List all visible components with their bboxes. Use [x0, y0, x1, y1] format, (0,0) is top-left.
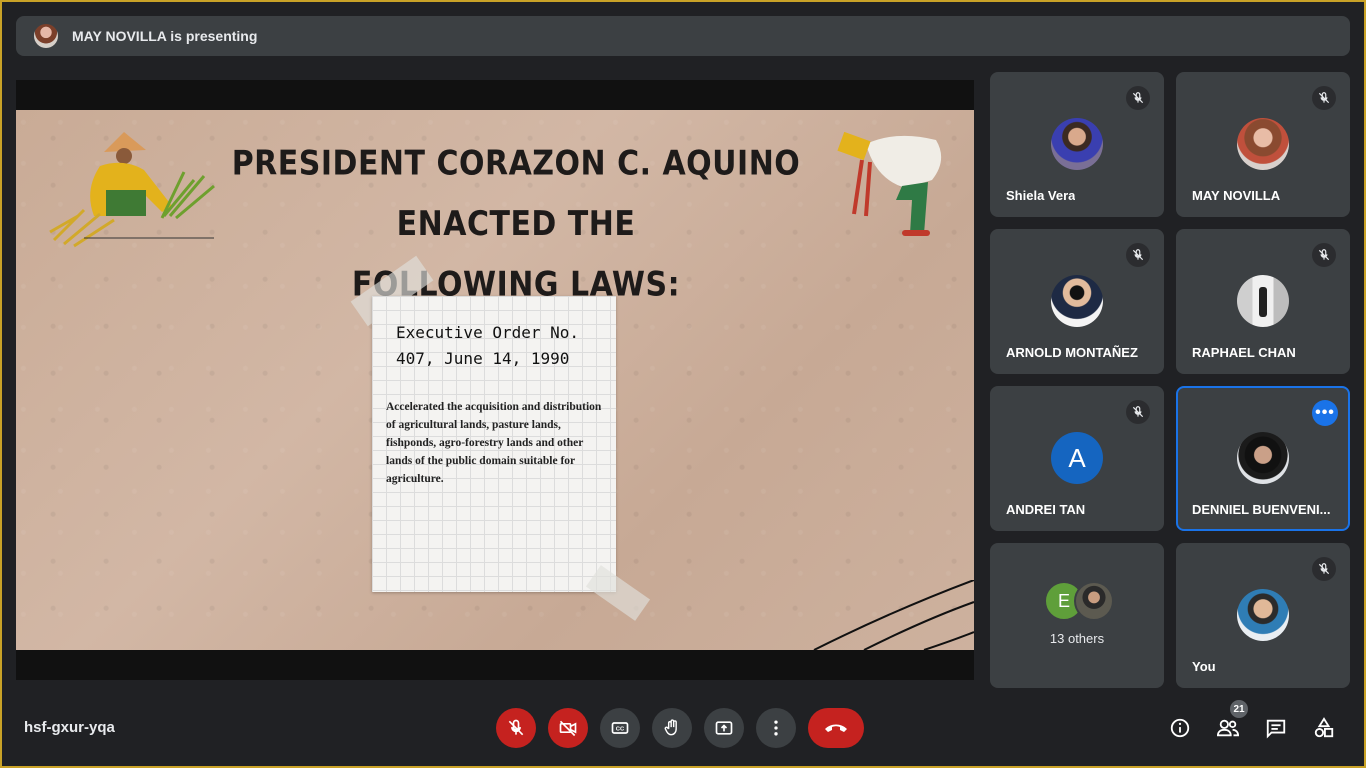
info-icon	[1170, 718, 1190, 738]
activities-button[interactable]	[1310, 714, 1338, 742]
chat-icon	[1266, 719, 1286, 739]
avatar	[1051, 275, 1103, 327]
others-tile[interactable]: E 13 others	[990, 543, 1164, 688]
participant-name: ANDREI TAN	[1006, 502, 1086, 517]
participant-tile[interactable]: RAPHAEL CHAN	[1176, 229, 1350, 374]
camera-off-icon	[559, 720, 577, 737]
participant-tile[interactable]: MAY NOVILLA	[1176, 72, 1350, 217]
end-call-icon	[825, 724, 847, 732]
end-call-button[interactable]	[808, 708, 864, 748]
mic-off-icon	[1126, 86, 1150, 110]
meeting-code: hsf-gxur-yqa	[24, 719, 115, 736]
participant-tile[interactable]: ARNOLD MONTAÑEZ	[990, 229, 1164, 374]
participant-tile-active[interactable]: ••• DENNIEL BUENVENI...	[1176, 386, 1350, 531]
line-decoration	[813, 580, 974, 650]
chat-button[interactable]	[1262, 714, 1290, 742]
more-options-button[interactable]	[756, 708, 796, 748]
note-heading-line1: Executive Order No.	[396, 323, 580, 342]
presenting-text: MAY NOVILLA is presenting	[72, 28, 258, 44]
avatar-letter: A	[1051, 432, 1103, 484]
avatar	[1237, 118, 1289, 170]
participant-tile-self[interactable]: You	[1176, 543, 1350, 688]
avatar	[1237, 432, 1289, 484]
mic-off-icon	[1312, 86, 1336, 110]
people-button[interactable]	[1214, 714, 1242, 742]
more-options-icon[interactable]: •••	[1312, 400, 1338, 426]
mic-off-icon	[1126, 243, 1150, 267]
mic-off-icon	[1312, 557, 1336, 581]
note-heading: Executive Order No. 407, June 14, 1990	[396, 320, 606, 372]
raise-hand-button[interactable]	[652, 708, 692, 748]
participant-name: RAPHAEL CHAN	[1192, 345, 1296, 360]
presenter-avatar	[34, 24, 58, 48]
note-heading-line2: 407, June 14, 1990	[396, 349, 570, 368]
slide-title-line1: PRESIDENT CORAZON C. AQUINO ENACTED THE	[231, 144, 801, 245]
farmer-illustration-right	[837, 131, 942, 236]
mic-off-icon	[508, 719, 524, 736]
mic-off-icon	[1312, 243, 1336, 267]
slide-title: PRESIDENT CORAZON C. AQUINO ENACTED THE …	[206, 134, 826, 315]
present-icon	[715, 721, 733, 735]
avatar	[1237, 275, 1289, 327]
farmer-illustration-left	[49, 132, 215, 248]
presentation-stage[interactable]: PRESIDENT CORAZON C. AQUINO ENACTED THE …	[16, 80, 974, 680]
participant-name: MAY NOVILLA	[1192, 188, 1281, 203]
captions-icon: CC	[611, 722, 629, 734]
presenting-banner: MAY NOVILLA is presenting	[16, 16, 1350, 56]
more-vert-icon	[774, 720, 778, 736]
mic-off-icon	[1126, 400, 1150, 424]
people-count-badge: 21	[1230, 700, 1248, 718]
note-body: Accelerated the acquisition and distribu…	[386, 401, 602, 485]
avatar	[1051, 118, 1103, 170]
others-avatars: E	[1044, 581, 1114, 621]
svg-text:CC: CC	[616, 727, 625, 733]
participant-tile[interactable]: A ANDREI TAN	[990, 386, 1164, 531]
avatar	[1237, 589, 1289, 641]
people-icon	[1216, 719, 1240, 737]
participant-name: Shiela Vera	[1006, 188, 1076, 203]
meeting-info-button[interactable]	[1166, 714, 1194, 742]
captions-button[interactable]: CC	[600, 708, 640, 748]
participant-name: ARNOLD MONTAÑEZ	[1006, 345, 1138, 360]
raise-hand-icon	[664, 719, 677, 736]
slide: PRESIDENT CORAZON C. AQUINO ENACTED THE …	[16, 110, 974, 650]
others-count: 13 others	[1049, 631, 1105, 646]
mic-toggle-button[interactable]	[496, 708, 536, 748]
participant-name: DENNIEL BUENVENI...	[1192, 502, 1331, 517]
note-card: Executive Order No. 407, June 14, 1990 A…	[372, 296, 616, 592]
avatar	[1074, 581, 1114, 621]
participant-name: You	[1192, 659, 1216, 674]
tape-decoration	[585, 565, 651, 621]
participant-tile[interactable]: Shiela Vera	[990, 72, 1164, 217]
camera-toggle-button[interactable]	[548, 708, 588, 748]
activities-icon	[1314, 717, 1334, 738]
present-button[interactable]	[704, 708, 744, 748]
